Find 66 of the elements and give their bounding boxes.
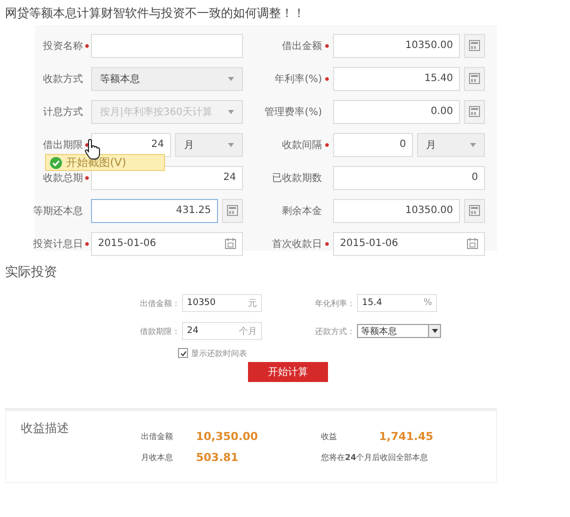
field-label: 还款方式： — [315, 326, 356, 336]
dropdown[interactable]: 等额本息 — [357, 324, 441, 338]
field-label: 剩余本金 — [281, 204, 323, 218]
input-field[interactable]: 15.40 — [333, 66, 460, 90]
calculator-icon — [469, 106, 480, 117]
input-field[interactable]: 15.4 % — [357, 294, 437, 312]
field-label: 已收款期数 — [271, 172, 323, 184]
result-note: 您将在24个月后收回全部本息 — [321, 452, 428, 464]
checkbox[interactable] — [178, 348, 188, 358]
field-label: 计息方式 — [42, 106, 84, 118]
calculator-icon — [469, 205, 480, 216]
section-title: 实际投资 — [4, 264, 58, 282]
input-field[interactable]: 0 — [333, 166, 485, 190]
caret-icon — [228, 76, 234, 80]
check-icon — [50, 156, 62, 168]
dropdown[interactable]: 月 — [175, 132, 243, 156]
result-value: 1,741.45 — [379, 430, 434, 443]
input-field[interactable] — [91, 34, 243, 58]
calculator-button[interactable] — [222, 198, 243, 222]
page-title: 网贷等额本息计算财智软件与投资不一致的如何调整！！ — [4, 5, 306, 22]
unit-label: % — [423, 298, 432, 308]
input-field[interactable]: 10350.00 — [333, 198, 460, 222]
unit-label: 元 — [248, 298, 257, 310]
input-value: 24 — [187, 326, 198, 336]
calculator-button[interactable] — [464, 34, 485, 58]
input-field[interactable]: 0 — [333, 132, 413, 156]
input-field[interactable]: 10350 元 — [182, 294, 262, 312]
calendar-icon — [225, 238, 236, 249]
field-label: 等期还本息 — [35, 204, 84, 218]
result-label: 收益 — [321, 431, 338, 442]
field-label: 年化利率： — [315, 298, 356, 308]
input-field[interactable]: 24 个月 — [182, 322, 262, 340]
input-field[interactable]: 2015-01-06 — [333, 232, 485, 256]
calculator-button[interactable] — [464, 198, 485, 222]
caret-icon — [228, 142, 234, 146]
result-label: 出借金额 — [141, 431, 174, 442]
caret-icon — [470, 142, 476, 146]
input-field[interactable]: 431.25 — [91, 198, 218, 222]
calculate-button[interactable]: 开始计算 — [248, 362, 328, 382]
caret-icon — [432, 329, 438, 333]
section-title: 收益描述 — [21, 420, 69, 437]
field-label: 管理费率(%) — [264, 106, 323, 118]
calculator-icon — [227, 205, 238, 216]
checkbox-label: 显示还款时间表 — [191, 348, 247, 358]
field-label: 投资计息日 — [35, 236, 91, 250]
input-value: 10350 — [187, 298, 216, 308]
unit-label: 个月 — [239, 326, 257, 338]
dropdown[interactable]: 月 — [417, 132, 485, 156]
calculator-button[interactable] — [464, 100, 485, 124]
input-value: 15.4 — [362, 298, 382, 308]
calculator-button[interactable] — [464, 66, 485, 90]
result-value: 10,350.00 — [196, 430, 259, 443]
calculator-icon — [469, 40, 480, 51]
dropdown: 按月|年利率按360天计算 — [91, 100, 243, 124]
field-label: 收款方式 — [42, 72, 84, 86]
calendar-icon — [467, 238, 478, 249]
result-label: 月收本息 — [141, 452, 174, 463]
input-field[interactable]: 0.00 — [333, 100, 460, 124]
dropdown[interactable]: 等额本息 — [91, 66, 243, 90]
input-field[interactable]: 2015-01-06 — [91, 232, 243, 256]
result-value: 503.81 — [196, 451, 240, 464]
calculator-icon — [469, 73, 480, 84]
caret-icon — [228, 110, 234, 114]
field-label: 出借金额： — [140, 298, 181, 308]
input-field[interactable]: 10350.00 — [333, 34, 460, 58]
field-label: 借款期限： — [140, 326, 181, 336]
